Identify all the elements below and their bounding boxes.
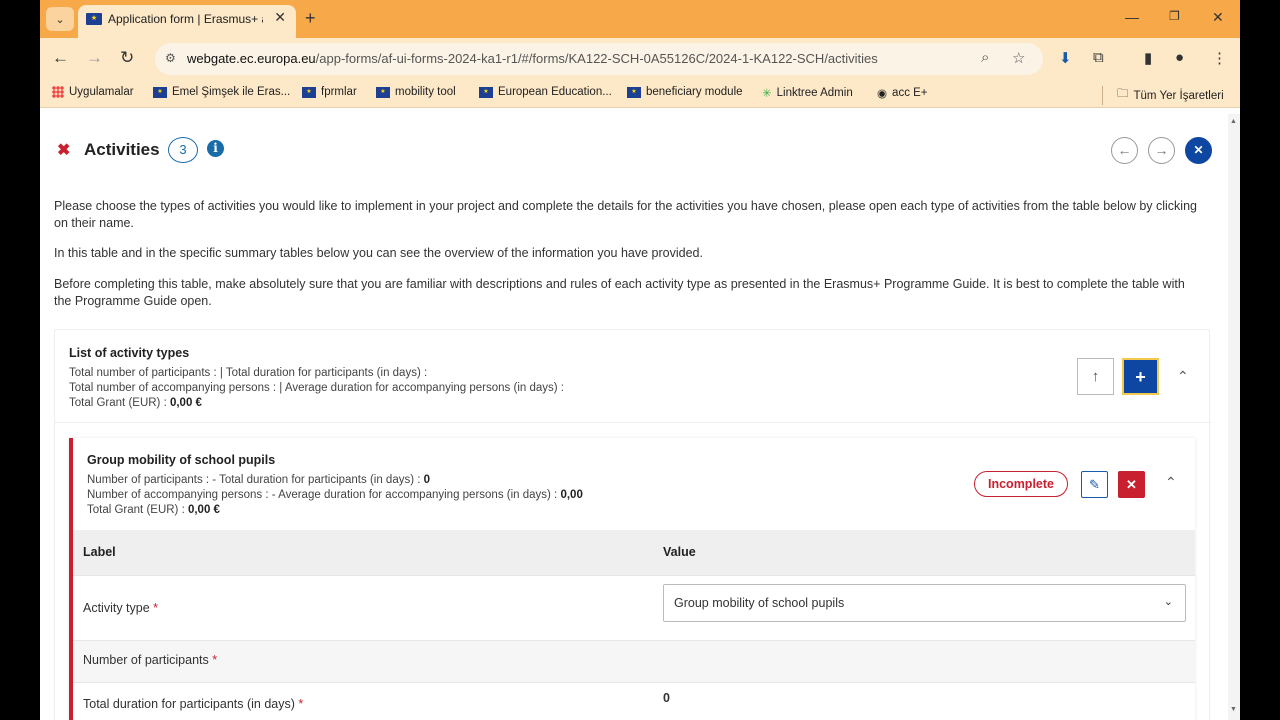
scroll-down-arrow[interactable]: ▼	[1230, 706, 1237, 713]
close-tab-icon[interactable]: ✕	[274, 9, 286, 26]
row-label: Number of participants *	[83, 653, 218, 667]
collapse-activity-icon[interactable]: ⌃	[1165, 474, 1177, 491]
restore-button[interactable]: ❐	[1169, 9, 1180, 23]
activity-type-select[interactable]: Group mobility of school pupils ⌄	[663, 584, 1186, 622]
delete-activity-button[interactable]: ✕	[1118, 471, 1145, 498]
browser-toolbar: ← → ↻ ⚙ webgate.ec.europa.eu/app-forms/a…	[40, 38, 1240, 80]
tab-search-button[interactable]: ⌄	[46, 7, 74, 31]
table-row-participants: Number of participants *	[73, 640, 1195, 682]
add-activity-button[interactable]: +	[1122, 358, 1159, 395]
eu-flag-icon: ★	[302, 86, 316, 98]
active-tab[interactable]: ★ Application form | Erasmus+ an ✕	[78, 5, 296, 38]
move-up-button[interactable]: ↑	[1077, 358, 1114, 395]
row-label: Total duration for participants (in days…	[83, 697, 304, 711]
table-row-duration: Total duration for participants (in days…	[73, 682, 1195, 720]
minimize-button[interactable]: —	[1125, 9, 1139, 25]
table-row-activity-type: Activity type * Group mobility of school…	[73, 575, 1195, 640]
folder-icon: 🗀	[1117, 88, 1129, 100]
activity-summary-participants: Number of participants : - Total duratio…	[87, 474, 431, 486]
activity-title[interactable]: Group mobility of school pupils	[87, 453, 275, 467]
close-section-icon[interactable]: ✖	[57, 140, 70, 160]
bookmark-acc[interactable]: ◉ acc E+	[877, 86, 928, 100]
extensions-icon[interactable]: ⧉	[1093, 49, 1104, 66]
activity-types-panel: List of activity types Total number of p…	[54, 329, 1211, 720]
close-window-button[interactable]: ✕	[1212, 9, 1224, 26]
menu-kebab-icon[interactable]: ⋮	[1212, 49, 1227, 67]
download-icon[interactable]: ⬇	[1059, 49, 1072, 67]
bookmarks-bar: Uygulamalar ★ Emel Şimşek ile Eras... ★ fp…	[40, 80, 1240, 108]
site-info-icon[interactable]: ⚙	[165, 51, 176, 65]
bookmark-all-folder[interactable]: 🗀 Tüm Yer İşaretleri	[1102, 86, 1224, 105]
profile-avatar[interactable]: ●	[1175, 49, 1184, 66]
bookmark-beneficiary-module[interactable]: ★ beneficiary module	[627, 86, 743, 98]
close-form-button[interactable]: ✕	[1185, 137, 1212, 164]
pencil-icon: ✎	[1089, 477, 1100, 492]
page-scrollbar[interactable]: ▲ ▼	[1228, 114, 1240, 720]
table-header: Label Value	[73, 530, 1195, 575]
forward-button[interactable]: →	[86, 48, 103, 68]
apps-grid-icon	[52, 86, 64, 98]
list-summary-grant: Total Grant (EUR) : 0,00 €	[69, 397, 202, 409]
address-bar[interactable]: ⚙ webgate.ec.europa.eu/app-forms/af-ui-f…	[155, 43, 1043, 75]
eu-flag-icon: ★	[376, 86, 390, 98]
list-title: List of activity types	[69, 346, 190, 360]
info-icon[interactable]: i	[207, 140, 224, 157]
eu-flag-icon: ★	[86, 13, 102, 25]
previous-section-button[interactable]: ←	[1111, 137, 1138, 164]
eu-flag-icon: ★	[153, 86, 167, 98]
bookmark-european-education[interactable]: ★ European Education...	[479, 86, 612, 98]
eu-flag-icon: ★	[479, 86, 493, 98]
tab-title: Application form | Erasmus+ an	[108, 12, 263, 26]
page-title: Activities	[84, 140, 160, 159]
linktree-icon: ✳	[762, 88, 772, 100]
list-summary-accompanying: Total number of accompanying persons : |…	[69, 382, 564, 394]
scroll-up-arrow[interactable]: ▲	[1230, 118, 1237, 125]
duration-value: 0	[663, 691, 670, 705]
globe-icon: ◉	[877, 88, 888, 100]
row-label: Activity type *	[83, 601, 159, 615]
activity-summary-accompanying: Number of accompanying persons : - Avera…	[87, 489, 583, 501]
divider	[55, 422, 1211, 423]
column-header-label: Label	[83, 545, 116, 559]
collapse-list-icon[interactable]: ⌃	[1177, 368, 1189, 385]
edit-activity-button[interactable]: ✎	[1081, 471, 1108, 498]
next-section-button[interactable]: →	[1148, 137, 1175, 164]
bookmark-star-icon[interactable]: ☆	[1012, 49, 1025, 67]
intro-paragraph-2: In this table and in the specific summar…	[54, 246, 703, 260]
column-header-value: Value	[663, 545, 696, 559]
status-badge: Incomplete	[974, 471, 1068, 497]
list-summary-participants: Total number of participants : | Total d…	[69, 367, 428, 379]
intro-paragraph-1: Please choose the types of activities yo…	[54, 199, 1197, 230]
eu-flag-icon: ★	[627, 86, 641, 98]
new-tab-button[interactable]: +	[305, 8, 316, 28]
browser-window: ⌄ ★ Application form | Erasmus+ an ✕ + —…	[40, 0, 1240, 720]
zoom-search-icon[interactable]: ⌕	[981, 49, 989, 66]
activity-card: Group mobility of school pupils Number o…	[69, 438, 1195, 720]
bookmark-apps[interactable]: Uygulamalar	[52, 86, 134, 98]
chevron-down-icon: ⌄	[1163, 596, 1173, 608]
bookmark-mobility-tool[interactable]: ★ mobility tool	[376, 86, 456, 98]
reload-button[interactable]: ↻	[120, 48, 134, 68]
bookmark-emel[interactable]: ★ Emel Şimşek ile Eras...	[153, 86, 290, 98]
activity-count-badge: 3	[168, 137, 198, 163]
bookmark-fprmlar[interactable]: ★ fprmlar	[302, 86, 357, 98]
back-button[interactable]: ←	[52, 48, 69, 68]
close-icon: ✕	[1126, 477, 1137, 492]
bookmark-linktree[interactable]: ✳ Linktree Admin	[762, 86, 853, 100]
url-text[interactable]: webgate.ec.europa.eu/app-forms/af-ui-for…	[187, 51, 878, 66]
activity-type-value: Group mobility of school pupils	[674, 596, 845, 610]
tab-strip: ⌄ ★ Application form | Erasmus+ an ✕ + —…	[40, 0, 1240, 38]
intro-paragraph-3: Before completing this table, make absol…	[54, 277, 1185, 308]
side-panel-icon[interactable]: ▮	[1144, 49, 1152, 67]
activity-summary-grant: Total Grant (EUR) : 0,00 €	[87, 504, 220, 516]
page-content: ✖ Activities 3 i ← → ✕ Please choose the…	[40, 114, 1228, 720]
